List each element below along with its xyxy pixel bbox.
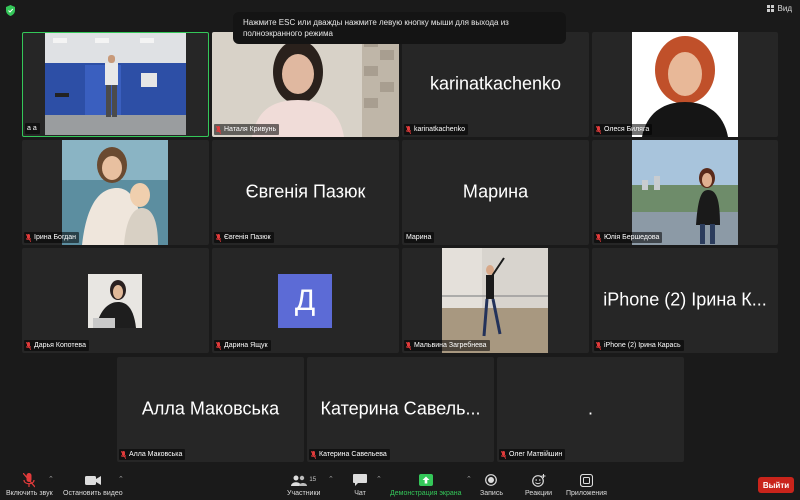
- video-feed: [45, 33, 186, 135]
- chevron-up-icon[interactable]: ⌃: [466, 475, 472, 483]
- chat-button[interactable]: Чат: [353, 472, 367, 497]
- participant-display-name: Марина: [462, 180, 529, 201]
- video-feed: [62, 140, 168, 245]
- muted-mic-icon: [596, 341, 601, 350]
- participant-tile-alla[interactable]: Алла Маковська Алла Маковська: [117, 357, 304, 462]
- video-feed: [632, 32, 738, 137]
- participant-name-tag: Дарья Копотева: [24, 340, 89, 351]
- muted-mic-icon: [406, 341, 411, 350]
- muted-mic-icon: [216, 233, 221, 242]
- record-icon: [485, 472, 498, 488]
- meeting-toolbar: Включить звук ⌃ Остановить видео ⌃ 15 Уч…: [0, 470, 800, 500]
- chevron-up-icon[interactable]: ⌃: [328, 475, 334, 483]
- video-feed: [212, 32, 399, 137]
- video-camera-icon: [84, 472, 101, 488]
- participant-display-name: Євгенія Пазюк: [245, 180, 366, 201]
- apps-button[interactable]: Приложения: [566, 472, 607, 497]
- video-feed: [88, 274, 142, 328]
- stop-video-button[interactable]: Остановить видео: [63, 472, 123, 497]
- muted-mic-icon: [311, 450, 316, 459]
- leave-button[interactable]: Выйти: [758, 477, 794, 493]
- muted-mic-icon: [26, 233, 31, 242]
- avatar: Д: [278, 274, 332, 328]
- fullscreen-exit-hint: Нажмите ESC или дважды нажмите левую кно…: [233, 12, 566, 44]
- participant-tile-iryna-bohdan[interactable]: Ірина Богдан: [22, 140, 209, 245]
- unmute-button[interactable]: Включить звук: [6, 472, 53, 497]
- participant-tile-olesya[interactable]: Олеся Биляга: [592, 32, 778, 137]
- participant-tile-malvina[interactable]: Мальвина Загребнева: [402, 248, 589, 353]
- video-feed: [442, 248, 548, 353]
- view-label: Вид: [777, 4, 792, 13]
- chevron-up-icon[interactable]: ⌃: [376, 475, 382, 483]
- muted-mic-icon: [216, 341, 221, 350]
- record-button[interactable]: Запись: [480, 472, 503, 497]
- shield-icon: [6, 5, 15, 16]
- participant-name-tag: Дарина Ящук: [214, 340, 271, 351]
- muted-mic-icon: [121, 450, 126, 459]
- participant-tile-oleh[interactable]: . Олег Матвійшин: [497, 357, 684, 462]
- muted-mic-icon: [501, 450, 506, 459]
- participant-name-tag: karinatkachenko: [404, 124, 468, 135]
- participant-tile-darya[interactable]: Дарья Копотева: [22, 248, 209, 353]
- participant-tile-maryna[interactable]: Марина Марина: [402, 140, 589, 245]
- participant-tile-yevheniya[interactable]: Євгенія Пазюк Євгенія Пазюк: [212, 140, 399, 245]
- grid-icon: [766, 5, 774, 12]
- participant-name-tag: Олеся Биляга: [594, 124, 653, 135]
- participant-display-name: Катерина Савель...: [320, 397, 481, 418]
- participant-display-name: .: [587, 397, 593, 418]
- participant-name-tag: Євгенія Пазюк: [214, 232, 274, 243]
- participant-name-tag: Наталя Кривунь: [214, 124, 280, 135]
- emoji-plus-icon: [531, 472, 546, 488]
- reactions-button[interactable]: Реакции: [525, 472, 552, 497]
- participant-tile-kateryna[interactable]: Катерина Савель... Катерина Савельева: [307, 357, 494, 462]
- participants-button[interactable]: 15 Участники: [287, 472, 320, 497]
- participant-tile-karinatkachenko[interactable]: karinatkachenko karinatkachenko: [402, 32, 589, 137]
- participant-display-name: iPhone (2) Ірина К...: [603, 288, 767, 309]
- participants-count: 15: [309, 477, 317, 483]
- muted-mic-icon: [596, 125, 601, 134]
- participant-tile-iphone-iryna[interactable]: iPhone (2) Ірина К... iPhone (2) Ірина К…: [592, 248, 778, 353]
- chevron-up-icon[interactable]: ⌃: [118, 475, 124, 483]
- participant-name-tag: iPhone (2) Ірина Карась: [594, 340, 684, 351]
- participant-name-tag: Мальвина Загребнева: [404, 340, 490, 351]
- share-screen-button[interactable]: Демонстрация экрана: [390, 472, 462, 497]
- participant-name-tag: Ірина Богдан: [24, 232, 80, 243]
- participant-tile-a-a[interactable]: a a: [22, 32, 209, 137]
- chat-icon: [353, 472, 367, 488]
- apps-icon: [579, 472, 593, 488]
- participant-tile-yuliya[interactable]: Юлія Бершедова: [592, 140, 778, 245]
- chevron-up-icon[interactable]: ⌃: [48, 475, 54, 483]
- participant-tile-daryna[interactable]: Д Дарина Ящук: [212, 248, 399, 353]
- view-button[interactable]: Вид: [766, 4, 792, 13]
- muted-mic-icon: [406, 125, 411, 134]
- participant-tile-natalya[interactable]: Наталя Кривунь: [212, 32, 399, 137]
- participants-icon: [291, 475, 308, 486]
- share-screen-icon: [418, 472, 433, 488]
- muted-mic-icon: [596, 233, 601, 242]
- muted-mic-icon: [26, 341, 31, 350]
- participant-name-tag: Марина: [404, 232, 435, 243]
- participant-name-tag: Алла Маковська: [119, 449, 186, 460]
- participant-name-tag: a a: [25, 123, 40, 134]
- video-feed: [632, 140, 738, 245]
- muted-mic-icon: [216, 125, 221, 134]
- participant-display-name: karinatkachenko: [429, 72, 562, 93]
- participant-name-tag: Олег Матвійшин: [499, 449, 566, 460]
- participant-display-name: Алла Маковська: [141, 397, 280, 418]
- muted-mic-icon: [23, 472, 36, 488]
- participant-name-tag: Юлія Бершедова: [594, 232, 663, 243]
- participant-name-tag: Катерина Савельева: [309, 449, 390, 460]
